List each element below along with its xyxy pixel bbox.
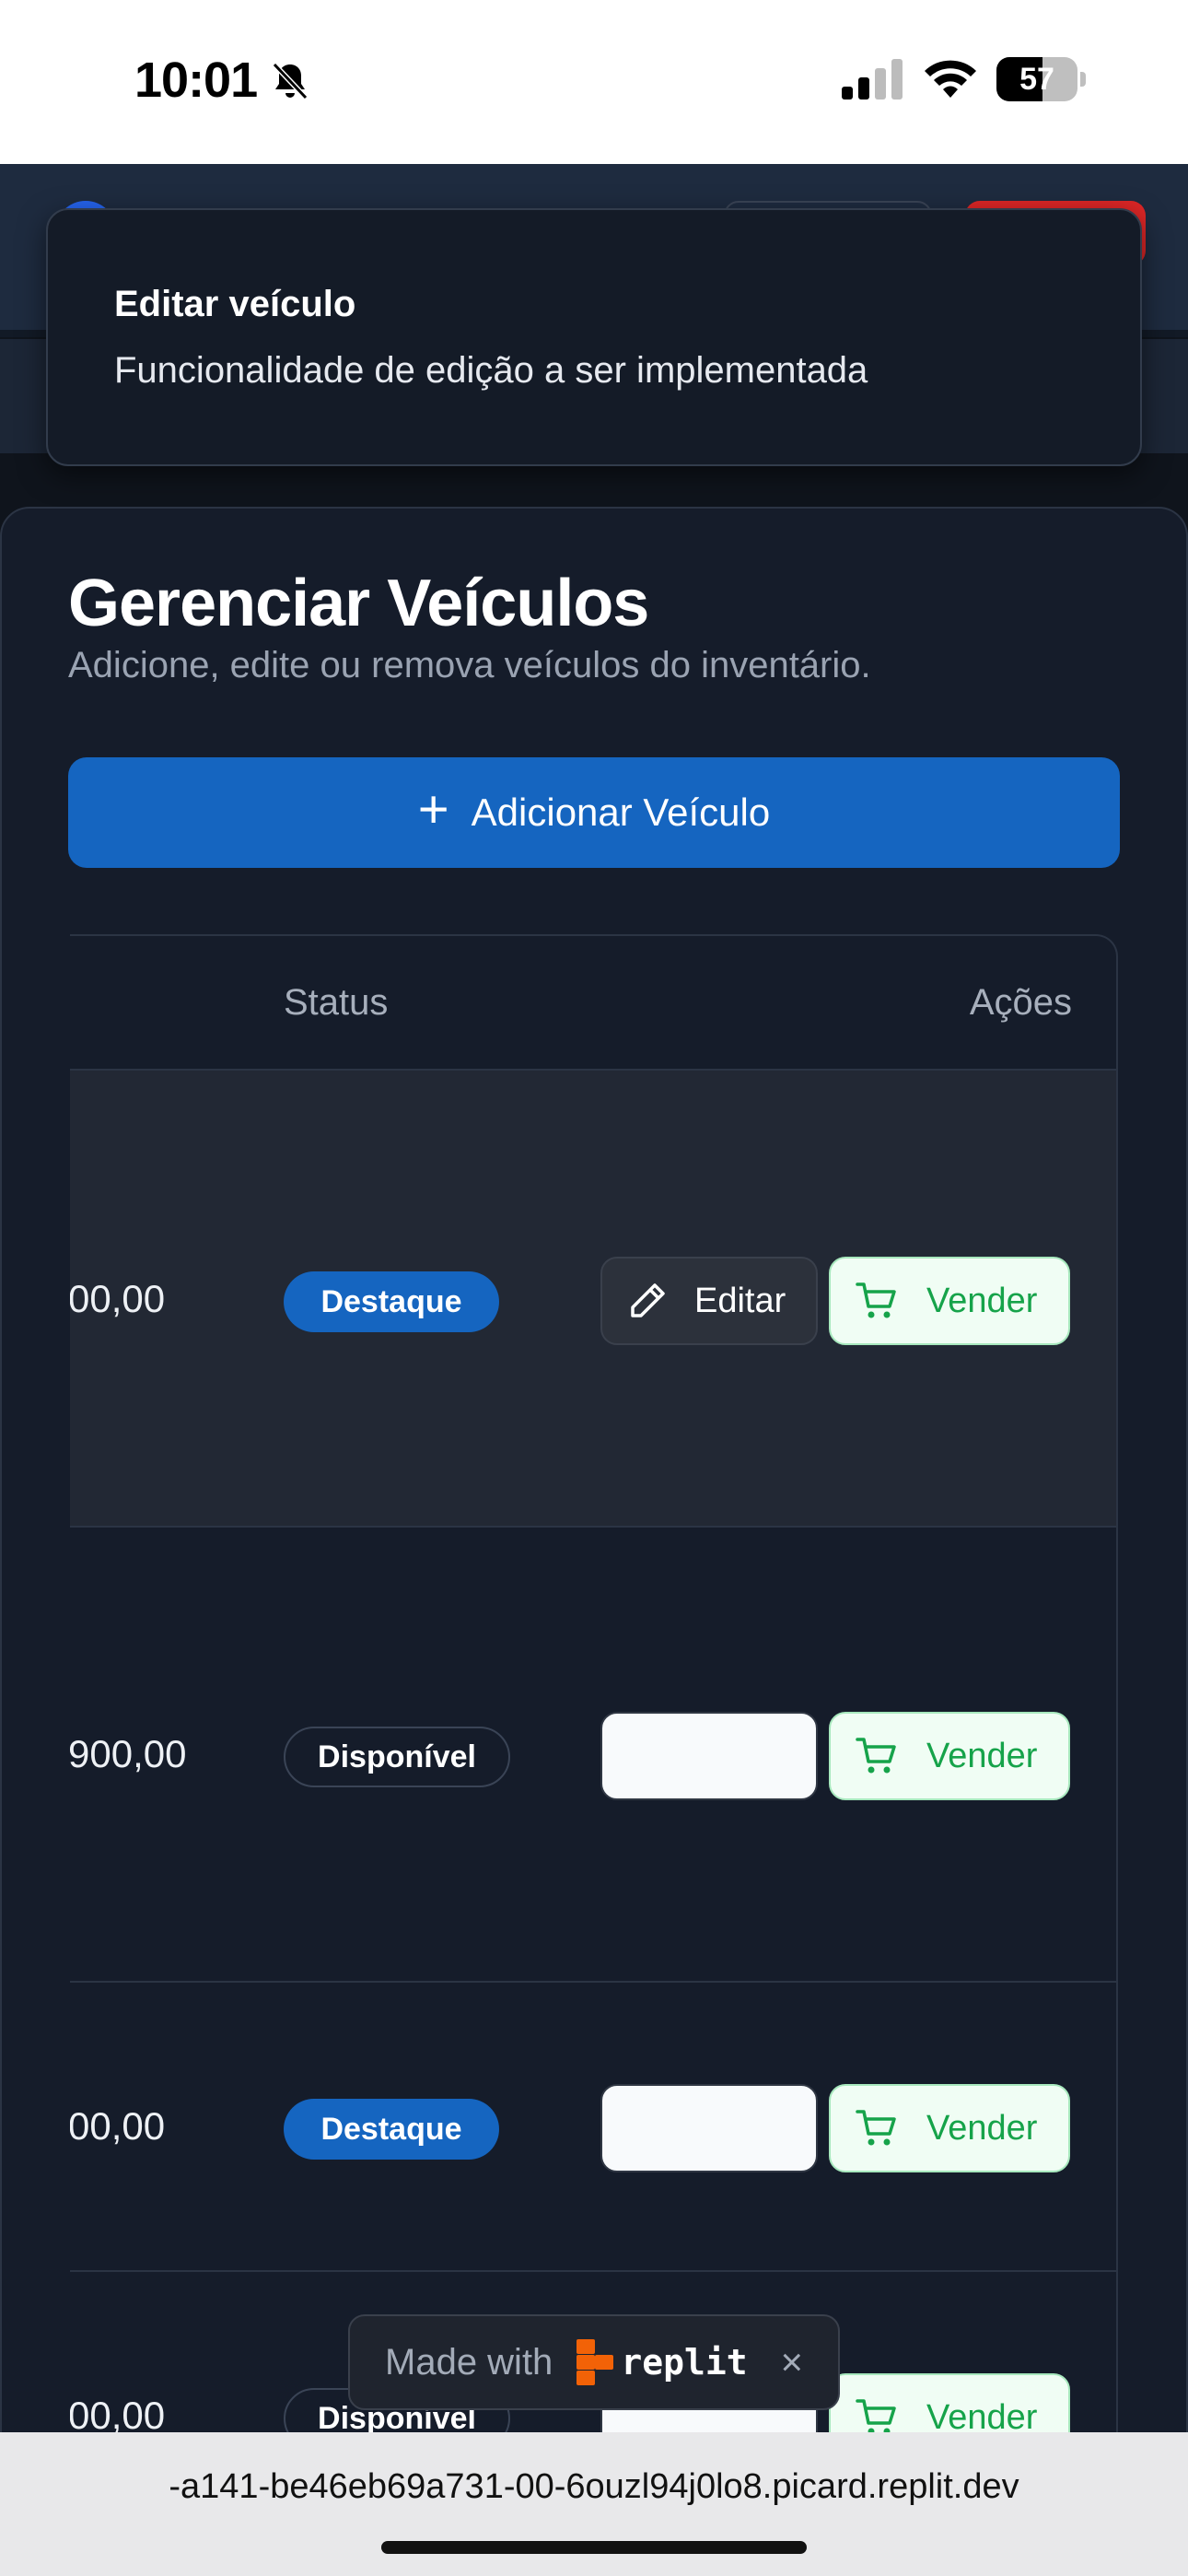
price-cell: 00,00: [70, 2104, 166, 2148]
table-row[interactable]: 900,00 Disponível Vender: [70, 1528, 1116, 1983]
bell-muted-icon: [267, 57, 313, 103]
close-icon[interactable]: ×: [780, 2340, 803, 2384]
replit-logo-icon: [577, 2339, 614, 2385]
made-with-replit-badge[interactable]: Made with replit ×: [348, 2314, 840, 2410]
table-row[interactable]: 00,00 Destaque Vender: [70, 1983, 1116, 2272]
status-badge: Disponível: [284, 1727, 510, 1787]
price-cell: 00,00: [70, 2394, 166, 2437]
edit-button[interactable]: Editar: [600, 1257, 818, 1345]
sell-button[interactable]: Vender: [829, 1257, 1070, 1345]
replit-wordmark: replit: [621, 2342, 748, 2383]
table-header: Status Ações: [70, 936, 1116, 1071]
status-badge: Destaque: [284, 1271, 499, 1332]
table-row[interactable]: 00,00 Destaque Editar Vender: [70, 1071, 1116, 1528]
page-subtitle: Adicione, edite ou remova veículos do in…: [68, 645, 871, 685]
cellular-signal-icon: [840, 57, 904, 101]
toast-title: Editar veículo: [114, 284, 356, 324]
page-title: Gerenciar Veículos: [68, 567, 649, 640]
plus-icon: +: [417, 779, 449, 839]
price-cell: 00,00: [70, 1277, 166, 1320]
add-vehicle-button[interactable]: + Adicionar Veículo: [68, 757, 1120, 868]
clock: 10:01: [134, 53, 258, 108]
toast-description: Funcionalidade de edição a ser implement…: [114, 350, 868, 391]
cart-icon: [855, 1279, 899, 1323]
home-indicator[interactable]: [381, 2541, 807, 2554]
status-badge: Destaque: [284, 2099, 499, 2160]
edit-button[interactable]: [600, 2084, 818, 2172]
url-text[interactable]: -a141-be46eb69a731-00-6ouzl94j0lo8.picar…: [0, 2467, 1188, 2507]
battery-indicator: 57: [996, 57, 1086, 101]
sell-button[interactable]: Vender: [829, 1712, 1070, 1800]
edit-button[interactable]: [600, 1712, 818, 1800]
price-cell: 900,00: [70, 1732, 187, 1775]
column-header-actions: Ações: [969, 982, 1072, 1023]
made-with-label: Made with: [385, 2341, 553, 2383]
sell-button-label: Vender: [926, 1281, 1038, 1320]
status-bar: 10:01 57: [0, 0, 1188, 164]
sell-button-label: Vender: [926, 2108, 1038, 2148]
battery-percent: 57: [1019, 62, 1054, 97]
sell-button[interactable]: Vender: [829, 2084, 1070, 2172]
toast-notification[interactable]: Editar veículo Funcionalidade de edição …: [46, 208, 1142, 466]
cart-icon: [855, 1734, 899, 1778]
add-vehicle-label: Adicionar Veículo: [471, 790, 771, 834]
cart-icon: [855, 2106, 899, 2150]
browser-url-bar[interactable]: -a141-be46eb69a731-00-6ouzl94j0lo8.picar…: [0, 2432, 1188, 2576]
sell-button-label: Vender: [926, 1736, 1038, 1775]
pencil-icon: [626, 1280, 669, 1322]
wifi-icon: [921, 55, 980, 101]
column-header-status: Status: [284, 982, 389, 1023]
edit-button-label: Editar: [694, 1281, 786, 1320]
